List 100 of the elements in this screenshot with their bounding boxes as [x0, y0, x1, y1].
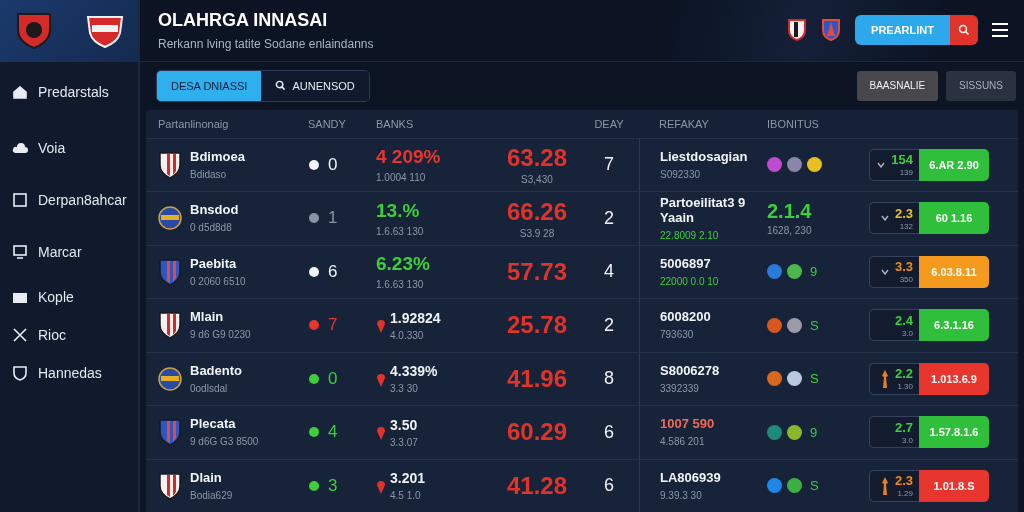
pin-icon: [376, 317, 386, 334]
ref-detail: 22.8009 2.10: [660, 229, 720, 241]
bet-button[interactable]: 1.01.8.S: [919, 469, 989, 502]
percentage: 13.%: [376, 199, 421, 222]
dot-count: S: [810, 478, 819, 494]
shield-icon: [12, 365, 28, 381]
column-header: DEAY: [594, 117, 624, 130]
sandy-count: 1: [328, 208, 338, 229]
value: 60.29: [506, 418, 567, 447]
team-name: Badento: [190, 363, 242, 379]
search-icon: [958, 24, 970, 37]
sandy-count: 0: [328, 368, 338, 389]
ref-name: Partoeilitat3 9 Yaain: [660, 195, 747, 226]
ref-name: S8006278: [660, 363, 720, 379]
percentage: 4.339%: [390, 363, 438, 380]
crest-icon: [158, 471, 182, 500]
sidebar-item[interactable]: Predarstals: [0, 62, 138, 122]
filter-button[interactable]: BAASNALIE: [856, 70, 939, 101]
square-icon: [12, 192, 28, 208]
crest-icon: [158, 418, 182, 447]
bet-button[interactable]: 1.013.6.9: [919, 362, 989, 395]
ball-icon: [308, 372, 320, 385]
crest-icon: [787, 18, 808, 43]
day-count: 6: [604, 421, 614, 443]
day-count: 8: [604, 368, 614, 390]
ref-name: LA806939: [660, 470, 721, 486]
dot-count: 9: [810, 264, 818, 280]
sandy-count: 6: [328, 261, 338, 282]
score: 2.1.4: [767, 200, 812, 224]
sandy-count: 0: [328, 154, 338, 175]
percentage: 4 209%: [376, 146, 441, 169]
odds-detail: 139: [899, 168, 913, 178]
ref-name: 1007 590: [660, 417, 715, 433]
sidebar-item[interactable]: Marcar: [0, 226, 138, 278]
value: 41.28: [506, 471, 567, 500]
value-detail: S3.9 28: [519, 227, 555, 239]
value-detail: S3,430: [521, 174, 553, 186]
search-button[interactable]: [950, 15, 978, 46]
monitor-icon: [12, 244, 28, 260]
team-detail: Bodia629: [190, 489, 233, 501]
team-detail: Bdidaso: [190, 168, 228, 180]
column-header: REFAKAY: [658, 117, 710, 130]
odds-value: 2.3: [894, 205, 913, 221]
ref-detail: 793630: [660, 329, 695, 341]
score-detail: 1628, 230: [767, 225, 812, 237]
odds-detail: 132: [899, 221, 913, 231]
value: 66.26: [506, 197, 567, 226]
crest-logo-icon: [84, 13, 126, 49]
ball-icon: [308, 158, 320, 171]
home-icon: [12, 84, 28, 100]
filter-button[interactable]: SISSUNS: [946, 70, 1016, 101]
team-name: Dlain: [190, 470, 223, 486]
sidebar-item[interactable]: Voia: [0, 122, 138, 174]
tab[interactable]: AUNENSOD: [261, 70, 369, 101]
ref-detail: 9.39.3 30: [660, 489, 703, 501]
crest-icon: [158, 257, 182, 286]
day-count: 7: [604, 154, 614, 176]
percentage: 1.92824: [390, 309, 441, 326]
app-title: OLAHRGA INNASAI: [158, 9, 329, 31]
dot-count: 9: [810, 424, 818, 440]
sidebar-item[interactable]: Kople: [0, 278, 138, 316]
figure-icon: [880, 369, 889, 388]
crest-icon: [821, 18, 842, 43]
team-detail: 0odlsdal: [190, 382, 229, 394]
percentage: 6.23%: [376, 253, 430, 276]
value: 25.78: [506, 311, 567, 340]
ref-name: 5006897: [660, 256, 712, 272]
odds-detail: 3.0: [901, 328, 913, 338]
sandy-count: 3: [328, 475, 338, 496]
sidebar-item[interactable]: Rioc: [0, 316, 138, 354]
team-name: Plecata: [190, 417, 237, 433]
cloud-icon: [12, 140, 28, 156]
crest-logo-icon: [16, 12, 52, 50]
ref-name: 6008200: [660, 310, 711, 326]
app-subtitle: Rerkann lving tatite Sodane enlaindanns: [158, 36, 375, 51]
odds-value: 2.7: [894, 419, 913, 435]
value: 41.96: [506, 364, 567, 393]
odds-value: 2.4: [894, 312, 913, 328]
sandy-count: 4: [328, 422, 338, 443]
percentage-detail: 4.5 1.0: [390, 490, 422, 502]
chevron-icon: [880, 268, 889, 275]
team-name: Paebita: [190, 256, 238, 272]
odds-detail: 350: [899, 275, 913, 285]
sidebar-item[interactable]: Derpan8ahcar: [0, 174, 138, 226]
ref-detail: 22000 0.0 10: [660, 275, 719, 287]
tab[interactable]: DESA DNIASSI: [157, 70, 262, 101]
sidebar-item[interactable]: Hannedas: [0, 354, 138, 392]
value: 57.73: [506, 257, 567, 286]
chevron-icon: [877, 161, 886, 168]
value: 63.28: [506, 144, 567, 173]
team-name: Bdimoea: [190, 149, 245, 165]
ref-detail: S092330: [660, 168, 702, 180]
dot-count: S: [810, 317, 819, 333]
crest-icon: [158, 364, 182, 393]
cross-icon: [12, 327, 28, 343]
menu-icon[interactable]: [992, 23, 1008, 38]
percentage-detail: 1.6.63 130: [376, 279, 425, 291]
percentage-detail: 3.3.07: [390, 436, 418, 448]
day-count: 4: [604, 261, 614, 283]
ball-icon: [308, 479, 320, 492]
